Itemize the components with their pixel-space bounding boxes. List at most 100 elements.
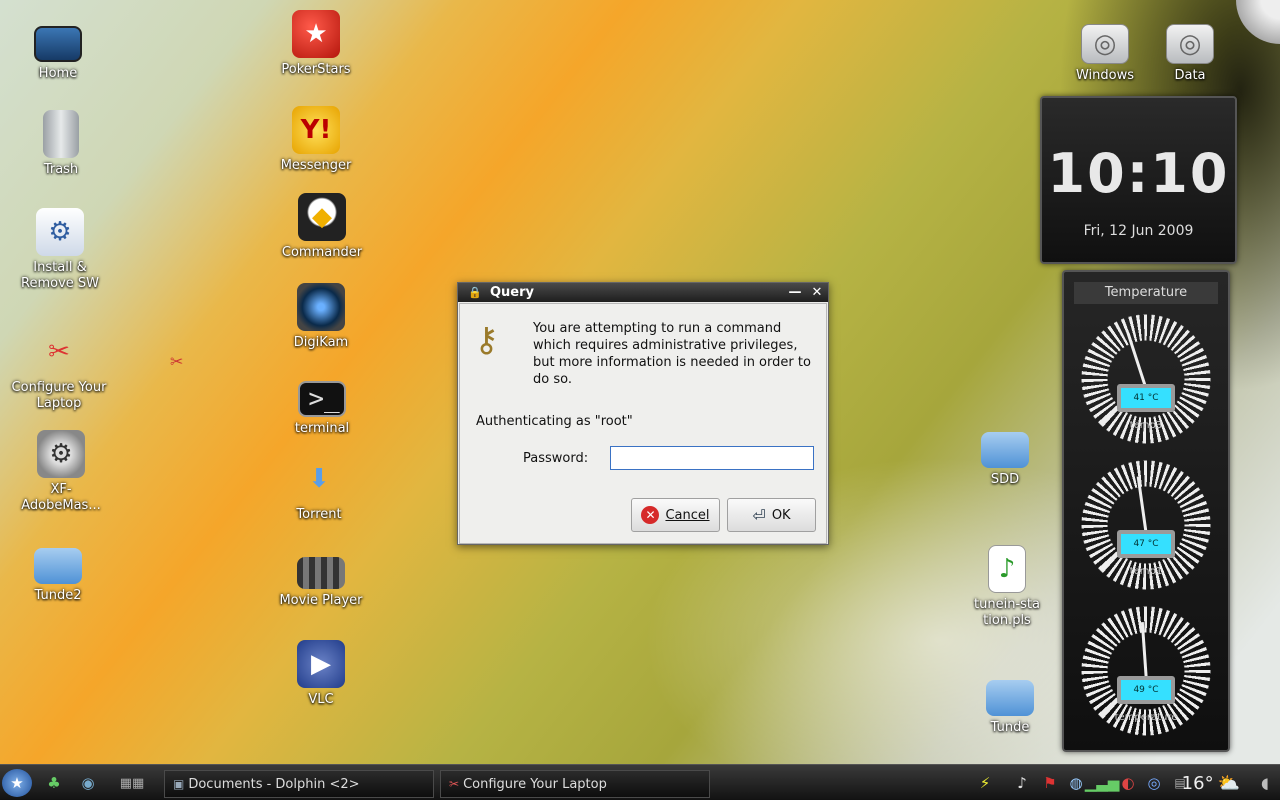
ok-button[interactable]: ⏎ OK [727, 498, 816, 532]
password-input[interactable] [610, 446, 814, 470]
close-button[interactable]: ✕ [806, 285, 828, 300]
tux-icon: ◆ [298, 193, 346, 241]
cancel-label: Cancel [665, 507, 710, 523]
keys-icon: ⚷ [474, 320, 499, 360]
desktop-icon-home[interactable]: Home [8, 18, 108, 82]
desktop-icon-terminal[interactable]: >_ terminal [272, 373, 372, 437]
lock-icon: 🔒 [468, 286, 482, 299]
tools-small-icon[interactable]: ✂ [170, 352, 183, 371]
browser-icon[interactable]: ◎ [1142, 769, 1166, 797]
dialog-body: ⚷ You are attempting to run a command wh… [459, 303, 827, 544]
folder-icon [34, 548, 82, 584]
desktop-icon-label: VLC [308, 692, 334, 707]
desktop-icon-configure[interactable]: ✂ Configure Your Laptop [9, 328, 109, 412]
music-file-icon: ♪ [988, 545, 1026, 593]
dialog-title: Query [490, 285, 535, 300]
gear-icon: ⚙ [37, 430, 85, 478]
clock-time: 10:10 [1047, 142, 1230, 205]
laptop-icon [34, 26, 82, 62]
task-label: Documents - Dolphin <2> [188, 776, 360, 792]
desktop-icon-label: Tunde [990, 720, 1030, 735]
desktop-toolbox-corner[interactable] [1236, 0, 1280, 44]
weather-widget[interactable]: 16° ⛅ [1182, 769, 1240, 797]
desktop: Home Trash ⚙ Install & Remove SW ✂ Confi… [0, 0, 1280, 800]
desktop-icon-data[interactable]: ◎ Data [1140, 20, 1240, 84]
tools-icon: ✂ [449, 777, 460, 791]
desktop-icon-sdd[interactable]: SDD [955, 422, 1055, 488]
media-player-launcher-icon[interactable]: ◉ [74, 769, 102, 797]
desktop-icon-label: PokerStars [281, 62, 351, 77]
hard-disk-icon: ◎ [1166, 24, 1214, 64]
gauge-value: 41 °C [1121, 388, 1171, 408]
minimize-button[interactable]: — [784, 285, 806, 300]
desktop-icon-label: Movie Player [279, 593, 363, 608]
desktop-icon-messenger[interactable]: Y! Messenger [266, 106, 366, 174]
desktop-icon-movie-player[interactable]: Movie Player [271, 547, 371, 609]
dialog-message: You are attempting to run a command whic… [533, 321, 811, 387]
desktop-icon-label: Home [38, 66, 78, 81]
task-dolphin[interactable]: ▣ Documents - Dolphin <2> [164, 770, 434, 798]
desktop-icon-torrent[interactable]: ⬇ Torrent [269, 455, 369, 523]
spade-icon: ★ [292, 10, 340, 58]
battery-icon[interactable]: ⚡ [970, 769, 1000, 797]
desktop-icon-tunde[interactable]: Tunde [960, 670, 1060, 736]
weather-temperature: 16° [1181, 772, 1214, 794]
camera-lens-icon [297, 283, 345, 331]
task-configure-laptop[interactable]: ✂ Configure Your Laptop [440, 770, 710, 798]
password-label: Password: [523, 451, 589, 466]
desktop-icon-label: Messenger [280, 158, 352, 173]
volume-icon[interactable]: ♪ [1010, 769, 1034, 797]
launcher-icon[interactable]: ♣ [40, 769, 68, 797]
desktop-icon-label: Trash [43, 162, 79, 177]
temperature-gauge: 49 °C temperature [1076, 596, 1216, 742]
desktop-icon-install-remove[interactable]: ⚙ Install & Remove SW [10, 208, 110, 292]
trash-icon [43, 110, 79, 158]
desktop-icon-label: terminal [294, 421, 350, 436]
desktop-icon-xf-adobemas[interactable]: ⚙ XF-AdobeMas... [11, 430, 111, 514]
folder-icon: ▣ [173, 777, 185, 791]
kickoff-start-button[interactable]: ★ [2, 769, 32, 797]
desktop-icon-tunde2[interactable]: Tunde2 [8, 538, 108, 604]
desktop-icon-label: Commander [281, 245, 363, 260]
desktop-icon-commander[interactable]: ◆ Commander [272, 193, 372, 261]
desktop-icon-label: Data [1174, 68, 1206, 83]
desktop-icon-label: SDD [990, 472, 1020, 487]
network-signal-icon[interactable]: ▁▃▅ [1085, 769, 1120, 797]
cancel-button[interactable]: ✕ Cancel [631, 498, 720, 532]
terminal-icon: >_ [298, 381, 346, 417]
partly-cloudy-icon: ⛅ [1217, 772, 1240, 794]
desktop-icon-trash[interactable]: Trash [11, 110, 111, 178]
play-icon: ▶ [297, 640, 345, 688]
hard-disk-icon: ◎ [1081, 24, 1129, 64]
desktop-icon-vlc[interactable]: ▶ VLC [271, 640, 371, 708]
desktop-icon-label: Torrent [296, 507, 342, 522]
yahoo-messenger-icon: Y! [292, 106, 340, 154]
temperature-title: Temperature [1074, 282, 1218, 304]
gauge-readout: 47 °C [1117, 530, 1175, 558]
gauge-readout: 49 °C [1117, 676, 1175, 704]
desktop-icon-tunein-station[interactable]: ♪ tunein-station.pls [957, 545, 1057, 629]
auth-text: Authenticating as "root" [476, 414, 633, 429]
temperature-gauge: 47 °C temp1 [1076, 450, 1216, 596]
taskbar: ★ ♣ ◉ ▦▦ ▣ Documents - Dolphin <2> ✂ Con… [0, 764, 1280, 800]
gauge-readout: 41 °C [1117, 384, 1175, 412]
enter-arrow-icon: ⏎ [752, 505, 766, 525]
cancel-icon: ✕ [641, 506, 660, 524]
gauge-value: 49 °C [1121, 680, 1171, 700]
package-icon: ⚙ [36, 208, 84, 256]
film-strip-icon [297, 557, 345, 589]
dialog-titlebar[interactable]: 🔒 Query — ✕ [458, 283, 828, 302]
desktop-icon-label: Install & Remove SW [21, 260, 99, 291]
pager-icon[interactable]: ▦▦ [108, 769, 156, 797]
panel-toolbox-icon[interactable]: ◖ [1254, 769, 1276, 797]
temperature-widget: Temperature 41 °C temp3 47 °C temp1 49 °… [1062, 270, 1230, 752]
desktop-icon-digikam[interactable]: DigiKam [271, 283, 371, 351]
desktop-icon-label: Configure Your Laptop [11, 380, 107, 411]
desktop-icon-label: DigiKam [293, 335, 349, 350]
tools-icon: ✂ [48, 337, 70, 367]
notification-icon[interactable]: ◐ [1116, 769, 1140, 797]
desktop-icon-label: tunein-station.pls [974, 597, 1040, 628]
desktop-icon-pokerstars[interactable]: ★ PokerStars [266, 10, 366, 78]
keyboard-layout-icon[interactable]: ⚑ [1038, 769, 1062, 797]
temperature-gauge: 41 °C temp3 [1076, 304, 1216, 450]
